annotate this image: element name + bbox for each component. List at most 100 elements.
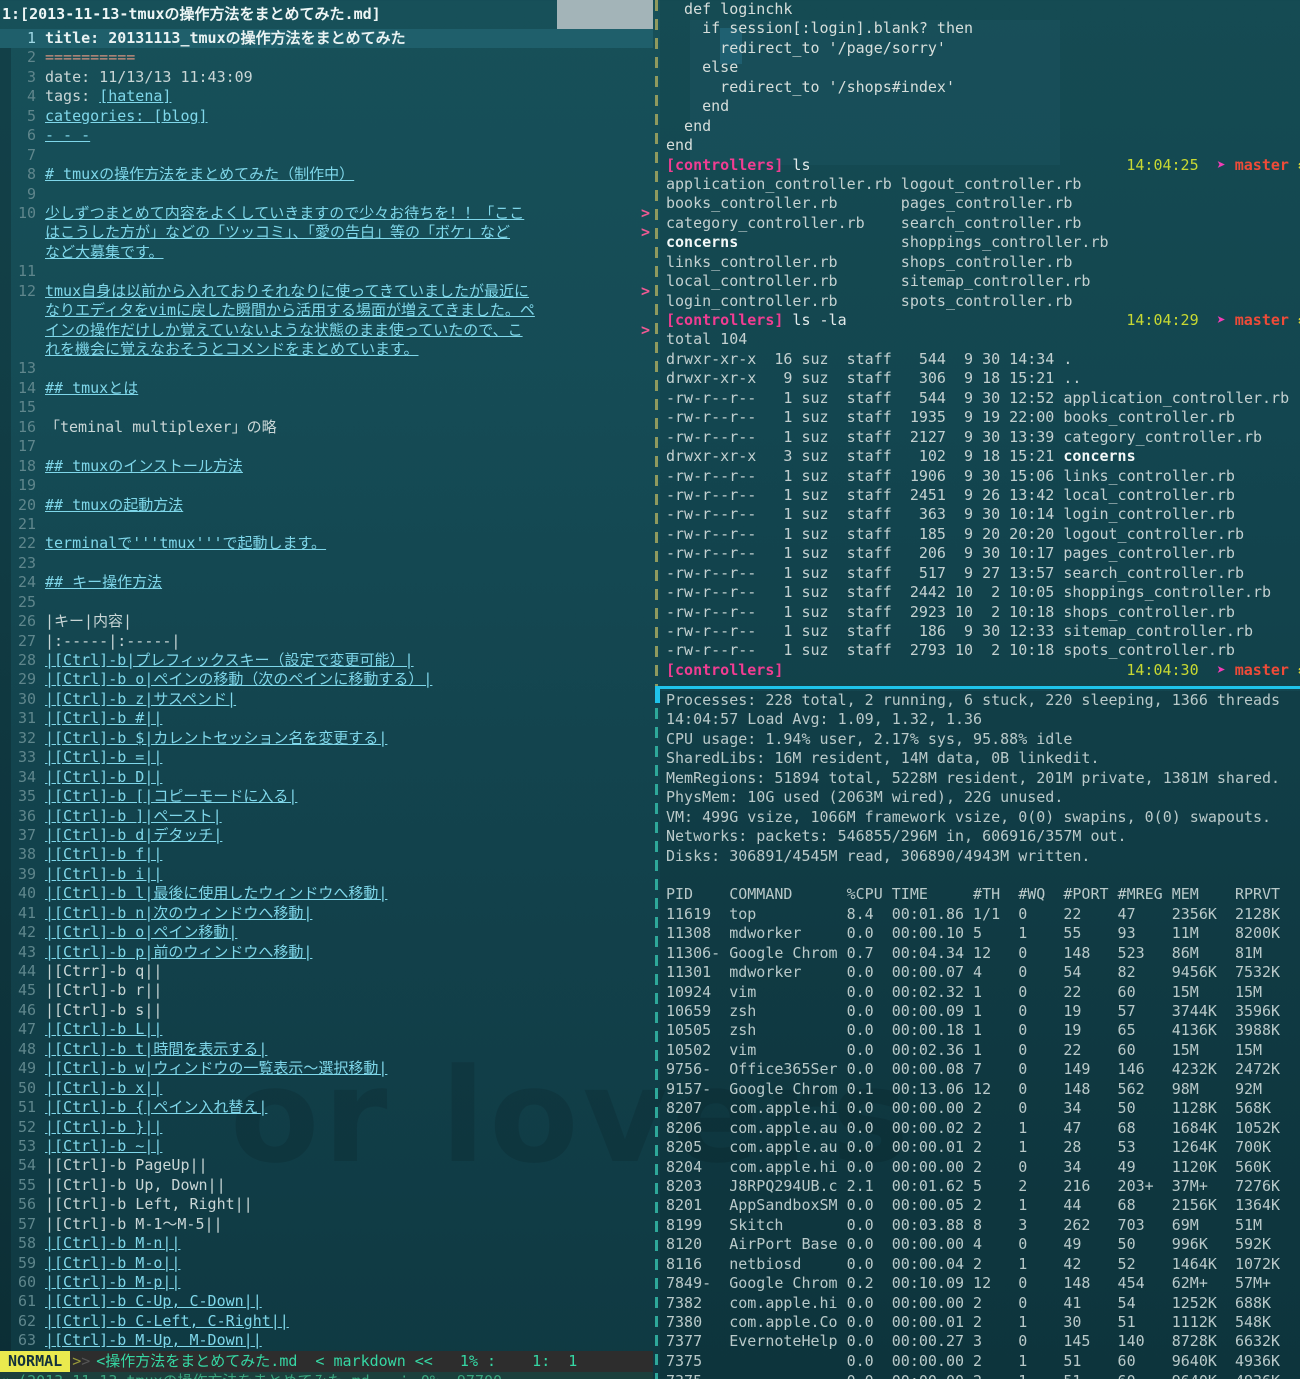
git-branch-icon: ➤ — [1216, 660, 1226, 679]
process-table-row: 11301 mdworker 0.0 00:00.07 4 0 54 82 94… — [666, 963, 1281, 982]
editor-line: 13 — [17, 359, 36, 378]
editor-line: 32 |[Ctrl]-b $|カレントセッション名を変更する| — [17, 728, 388, 747]
editor-line: 18 ## tmuxのインストール方法 — [17, 456, 243, 475]
editor-line: れを機会に覚えなおそうとコメンドをまとめています。 — [45, 340, 419, 358]
editor-line: 39 |[Ctrl]-b i|| — [17, 864, 163, 883]
process-table-header: PID COMMAND %CPU TIME #TH #WQ #PORT #MRE… — [666, 885, 1281, 904]
editor-line: 51 |[Ctrl]-b {|ペイン入れ替え| — [17, 1098, 268, 1117]
editor-line: 15 — [17, 398, 36, 417]
terminal-line: -rw-r--r-- 1 suz staff 1935 9 19 22:00 b… — [666, 408, 1235, 427]
editor-line: 36 |[Ctrl]-b ]|ペースト| — [17, 806, 222, 825]
editor-line: 6- - - — [26, 126, 91, 145]
tmux-pane-border-vertical-active[interactable] — [653, 689, 660, 1379]
terminal-line: total 104 — [666, 330, 748, 349]
shell-pane[interactable]: def loginchk if session[:login].blank? t… — [660, 0, 1300, 686]
vim-mode-badge: NORMAL — [0, 1351, 71, 1372]
editor-line: 17 — [17, 437, 36, 456]
editor-line: 22 terminalで'''tmux'''で起動します。 — [17, 534, 327, 553]
editor-line: 47 |[Ctrl]-b L|| — [17, 1020, 163, 1039]
powerline-separator-icon: > — [81, 1352, 91, 1370]
editor-line: 62 |[Ctrl]-b C-Left, C-Right|| — [17, 1311, 289, 1330]
process-table-row: 8206 com.apple.au 0.0 00:00.02 2 1 47 68… — [666, 1118, 1281, 1137]
wrap-marker: > — [640, 320, 650, 339]
top-summary-line: 14:04:57 Load Avg: 1.09, 1.32, 1.36 — [666, 710, 983, 729]
editor-line: 60 |[Ctrl]-b M-p|| — [17, 1273, 181, 1291]
editor-line: 56 |[Ctrl]-b Left, Right|| — [17, 1195, 253, 1214]
top-summary-line: VM: 499G vsize, 1066M framework vsize, 0… — [666, 807, 1272, 826]
editor-line: 48 |[Ctrl]-b t|時間を表示する| — [17, 1039, 268, 1058]
terminal-line: end — [666, 136, 694, 155]
terminal-line: -rw-r--r-- 1 suz staff 2793 10 2 10:18 s… — [666, 641, 1235, 660]
process-table-row: 8116 netbiosd 0.0 00:00.04 2 1 42 52 146… — [666, 1254, 1281, 1273]
editor-line: 40 |[Ctrl]-b l|最後に使用したウィンドウへ移動| — [17, 884, 388, 903]
editor-line: 20 ## tmuxの起動方法 — [17, 495, 184, 514]
process-table-row: 8204 com.apple.hi 0.0 00:00.00 2 0 34 49… — [666, 1157, 1281, 1176]
editor-line: 57 |[Ctrl]-b M-1〜M-5|| — [17, 1214, 223, 1233]
top-summary-line: Processes: 228 total, 2 running, 6 stuck… — [666, 691, 1281, 709]
statusline-partial-row: « (2013-11-13-tmuxの操作方法をまとめてみた.md ⋮ 0% 9… — [0, 1372, 653, 1379]
terminal-line: books_controller.rb pages_controller.rb — [666, 194, 1073, 213]
process-table-row: 8207 com.apple.hi 0.0 00:00.00 2 0 34 50… — [666, 1099, 1281, 1118]
git-branch-icon: ➤ — [1216, 311, 1226, 329]
editor-line: 33 |[Ctrl]-b =|| — [17, 748, 163, 767]
terminal-line: application_controller.rb logout_control… — [666, 174, 1082, 193]
process-table-row: 7849- Google Chrom 0.2 00:10.09 12 0 148… — [666, 1274, 1281, 1293]
terminal-line: end — [666, 116, 712, 135]
powerline-separator-icon: > — [72, 1352, 82, 1370]
editor-line: 25 — [17, 592, 36, 611]
editor-line: 61 |[Ctrl]-b C-Up, C-Down|| — [17, 1292, 262, 1311]
editor-line: 45 |[Ctrl]-b r|| — [17, 981, 163, 1000]
editor-line: はこうした方が」などの「ツッコミ」、「愛の告白」等の「ボケ」など > — [45, 223, 650, 242]
editor-line: 34 |[Ctrl]-b D|| — [17, 767, 163, 786]
terminal-line: drwxr-xr-x 16 suz staff 544 9 30 14:34 . — [666, 349, 1073, 368]
editor-line: 24 ## キー操作方法 — [17, 573, 163, 592]
terminal-line: -rw-r--r-- 1 suz staff 363 9 30 10:14 lo… — [666, 505, 1235, 524]
editor-line: 44 |[Ctrr]-b q|| — [17, 962, 163, 980]
editor-line: 35 |[Ctrl]-b [|コピーモードに入る| — [17, 787, 298, 806]
editor-line: 29 |[Ctrl]-b o|ペインの移動（次のペインに移動する）| — [17, 670, 433, 689]
wrap-marker: > — [640, 203, 650, 222]
editor-line: 14 ## tmuxとは — [17, 378, 139, 397]
editor-line: 19 — [17, 476, 36, 495]
editor-line: 5 categories: [blog] — [26, 106, 208, 125]
terminal-line: -rw-r--r-- 1 suz staff 2923 10 2 10:18 s… — [666, 602, 1235, 621]
editor-line: など大募集です。 — [45, 242, 164, 261]
tmux-window-title: 1:[2013-11-13-tmuxの操作方法をまとめてみた.md] — [2, 5, 381, 23]
wrap-marker: > — [640, 223, 650, 242]
terminal-line: -rw-r--r-- 1 suz staff 517 9 27 13:57 se… — [666, 563, 1244, 582]
editor-line: 27 |:-----|:-----| — [17, 631, 181, 650]
editor-line: 50 |[Ctrl]-b x|| — [17, 1078, 163, 1097]
top-summary-line: CPU usage: 1.94% user, 2.17% sys, 95.88%… — [666, 729, 1073, 748]
shell-prompt-line: [controllers] ls -la14:04:29 ➤ master ✱ — [666, 311, 1300, 329]
editor-line: 38 |[Ctrl]-b f|| — [17, 845, 163, 864]
terminal-line: drwxr-xr-x 9 suz staff 306 9 18 15:21 .. — [666, 369, 1082, 388]
editor-line: 21 — [17, 514, 36, 533]
top-partial-row: 7375 0.0 00:00.00 2 1 51 60 9640K 4936K — [660, 1372, 1300, 1379]
process-table-row: 7380 com.apple.Co 0.0 00:00.01 2 1 30 51… — [666, 1313, 1281, 1331]
editor-line: 49 |[Ctrl]-b w|ウィンドウの一覧表示〜選択移動| — [17, 1059, 388, 1078]
top-summary-line: MemRegions: 51894 total, 5228M resident,… — [666, 768, 1281, 787]
editor-line: 53 |[Ctrl]-b ~|| — [17, 1136, 163, 1155]
editor-line: 11 — [17, 262, 36, 281]
top-summary-line: Networks: packets: 546855/296M in, 60691… — [666, 827, 1127, 846]
tmux-pane-border-horizontal[interactable] — [660, 686, 1300, 689]
process-table-row: 11308 mdworker 0.0 00:00.10 5 1 55 93 11… — [666, 924, 1281, 943]
editor-line: 26 |キー|内容| — [17, 612, 133, 631]
terminal-line: category_controller.rb search_controller… — [666, 213, 1082, 232]
editor-line: 30 |[Ctrl]-b z|サスペンド| — [17, 689, 237, 708]
vim-buffer[interactable]: 1 title: 20131113_tmuxの操作方法をまとめてみた 2 ======… — [0, 29, 653, 1351]
git-branch-icon: ➤ — [1216, 155, 1226, 174]
terminal-line: -rw-r--r-- 1 suz staff 1906 9 30 15:06 l… — [666, 466, 1235, 485]
terminal-line: -rw-r--r-- 1 suz staff 185 9 20 20:20 lo… — [666, 524, 1244, 543]
tmux-pane-border-vertical[interactable] — [653, 0, 660, 687]
terminal-line: -rw-r--r-- 1 suz staff 186 9 30 12:33 si… — [666, 622, 1253, 640]
editor-line: 55 |[Ctrl]-b Up, Down|| — [17, 1175, 226, 1194]
editor-line: 2 ========== — [26, 48, 136, 67]
terminal-line: end — [666, 97, 730, 116]
editor-line: 4 tags: [hatena] — [26, 87, 172, 106]
top-output-pane[interactable]: Processes: 228 total, 2 running, 6 stuck… — [660, 691, 1300, 1379]
vim-pane[interactable]: 1:[2013-11-13-tmuxの操作方法をまとめてみた.md] 1 titl… — [0, 0, 653, 1379]
process-table-row: 10924 vim 0.0 00:02.32 1 0 22 60 15M 15M — [666, 982, 1281, 1001]
editor-line: 7 — [26, 145, 36, 164]
